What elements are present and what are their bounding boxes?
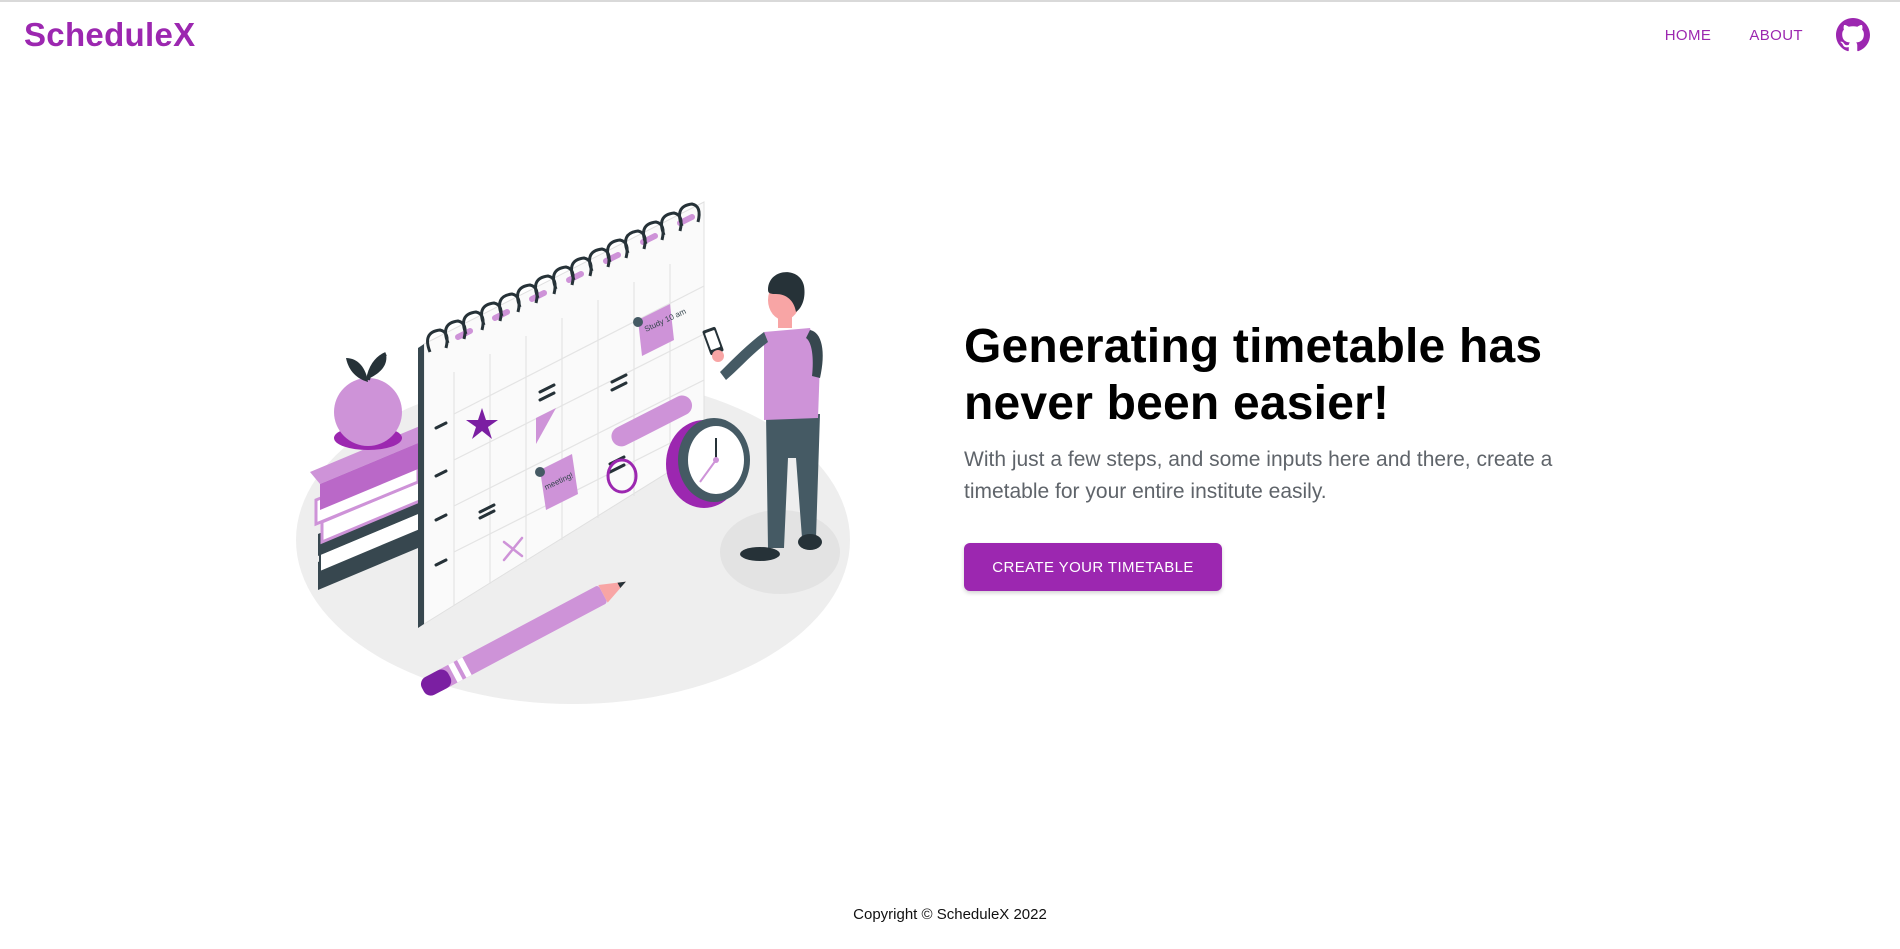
github-icon[interactable]	[1836, 18, 1870, 52]
nav-about-link[interactable]: ABOUT	[1749, 27, 1803, 44]
hero-illustration: Study 10 am meeting!	[296, 201, 850, 704]
nav-links: HOME ABOUT	[1665, 18, 1870, 52]
hero-section: Generating timetable has never been easi…	[964, 318, 1604, 591]
navbar: ScheduleX HOME ABOUT	[0, 2, 1900, 70]
create-timetable-button[interactable]: CREATE YOUR TIMETABLE	[964, 543, 1222, 591]
footer-copyright: Copyright © ScheduleX 2022	[853, 906, 1047, 923]
hero-subtitle: With just a few steps, and some inputs h…	[964, 448, 1553, 503]
apple-icon	[334, 352, 402, 450]
page: ScheduleX HOME ABOUT Study 10 am meeting…	[0, 0, 1900, 949]
brand-logo[interactable]: ScheduleX	[24, 16, 195, 54]
hero-title: Generating timetable has never been easi…	[964, 320, 1543, 430]
nav-home-link[interactable]: HOME	[1665, 27, 1712, 44]
